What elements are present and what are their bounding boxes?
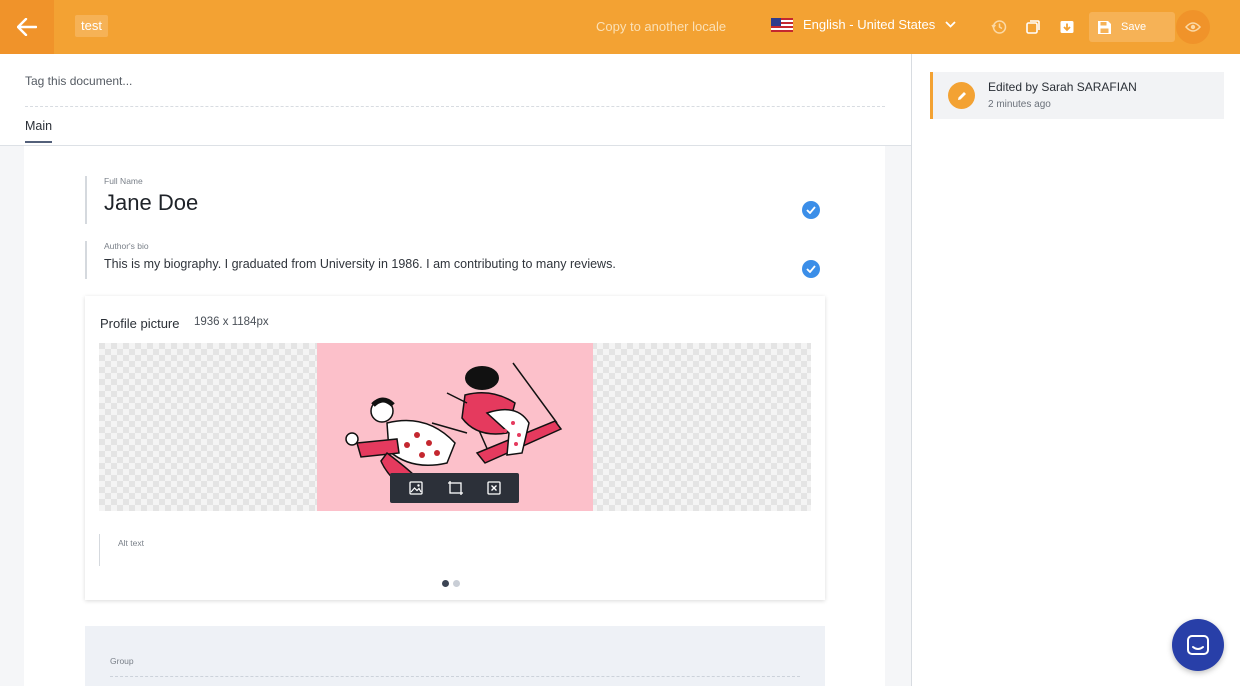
- pagination-dot[interactable]: [453, 580, 460, 587]
- back-button[interactable]: [0, 0, 54, 54]
- image-icon: [408, 481, 423, 495]
- us-flag-icon: [771, 17, 793, 32]
- tag-input[interactable]: Tag this document...: [25, 74, 132, 88]
- tab-main[interactable]: Main: [25, 119, 53, 143]
- full-name-value[interactable]: Jane Doe: [104, 190, 825, 216]
- profile-picture-field: Profile picture 1936 x 1184px Alt text: [85, 296, 825, 600]
- chevron-down-icon: [945, 21, 956, 28]
- remove-image-button[interactable]: [483, 477, 505, 499]
- activity-sidebar: Edited by Sarah SARAFIAN 2 minutes ago: [911, 54, 1240, 686]
- document-name[interactable]: test: [75, 15, 108, 37]
- eye-icon: [1185, 22, 1201, 32]
- copy-icon: [1026, 20, 1040, 34]
- image-toolbar: [390, 473, 519, 503]
- bio-field[interactable]: Author's bio This is my biography. I gra…: [85, 241, 825, 279]
- save-label: Save: [1121, 21, 1147, 33]
- bio-label: Author's bio: [104, 241, 149, 251]
- document-editor: Tag this document... Main Full Name Jane…: [0, 54, 911, 686]
- arrow-left-icon: [17, 18, 37, 36]
- profile-picture-dimensions: 1936 x 1184px: [194, 316, 269, 328]
- history-button[interactable]: [989, 17, 1009, 37]
- activity-item[interactable]: Edited by Sarah SARAFIAN 2 minutes ago: [930, 72, 1224, 119]
- preview-button[interactable]: [1176, 10, 1210, 44]
- chat-widget-button[interactable]: [1172, 619, 1224, 671]
- floppy-disk-icon: [1098, 20, 1111, 34]
- copy-to-locale-link[interactable]: Copy to another locale: [596, 19, 726, 34]
- archive-button[interactable]: [1057, 17, 1077, 37]
- history-icon: [991, 20, 1007, 34]
- alt-text-field[interactable]: Alt text: [99, 534, 499, 566]
- image-preview-area[interactable]: [99, 343, 811, 511]
- check-circle-icon: [802, 201, 820, 219]
- group-label: Group: [110, 656, 134, 666]
- group-divider: [110, 676, 800, 677]
- document-form: Full Name Jane Doe Author's bio This is …: [24, 146, 885, 686]
- document-header: Tag this document... Main: [0, 54, 911, 146]
- close-icon: [486, 481, 501, 495]
- activity-title: Edited by Sarah SARAFIAN: [988, 80, 1137, 94]
- profile-picture-title: Profile picture: [100, 316, 180, 331]
- archive-icon: [1060, 21, 1074, 33]
- group-field: Group: [85, 626, 825, 686]
- pencil-icon: [957, 91, 966, 100]
- image-pagination: [442, 580, 460, 587]
- duplicate-button[interactable]: [1023, 17, 1043, 37]
- chat-icon: [1187, 635, 1209, 655]
- tag-divider: [25, 106, 885, 107]
- crop-image-button[interactable]: [444, 477, 466, 499]
- alt-text-label: Alt text: [118, 538, 144, 548]
- full-name-field[interactable]: Full Name Jane Doe: [85, 176, 825, 224]
- locale-selector[interactable]: English - United States: [771, 17, 956, 32]
- check-circle-icon: [802, 260, 820, 278]
- replace-image-button[interactable]: [405, 477, 427, 499]
- pagination-dot-active[interactable]: [442, 580, 449, 587]
- edit-avatar: [948, 82, 975, 109]
- activity-time: 2 minutes ago: [988, 99, 1051, 110]
- locale-label: English - United States: [803, 17, 936, 32]
- crop-icon: [447, 481, 463, 495]
- full-name-label: Full Name: [104, 176, 143, 186]
- bio-value[interactable]: This is my biography. I graduated from U…: [104, 257, 825, 271]
- save-button[interactable]: Save: [1089, 12, 1175, 42]
- top-bar: test Copy to another locale English - Un…: [0, 0, 1240, 54]
